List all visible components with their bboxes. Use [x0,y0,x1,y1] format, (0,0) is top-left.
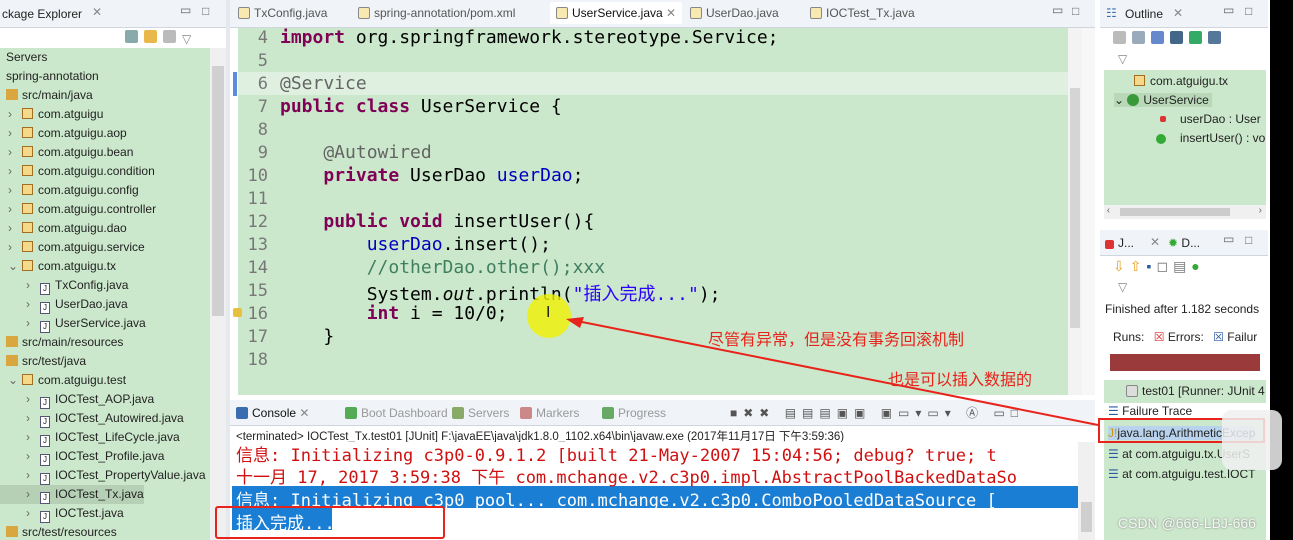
annotation-note: 尽管有异常，但是没有事务回滚机制 [708,332,965,349]
annotation-note: 也是可以插入数据的 [888,372,1033,389]
annotation-arrow [566,317,1099,426]
